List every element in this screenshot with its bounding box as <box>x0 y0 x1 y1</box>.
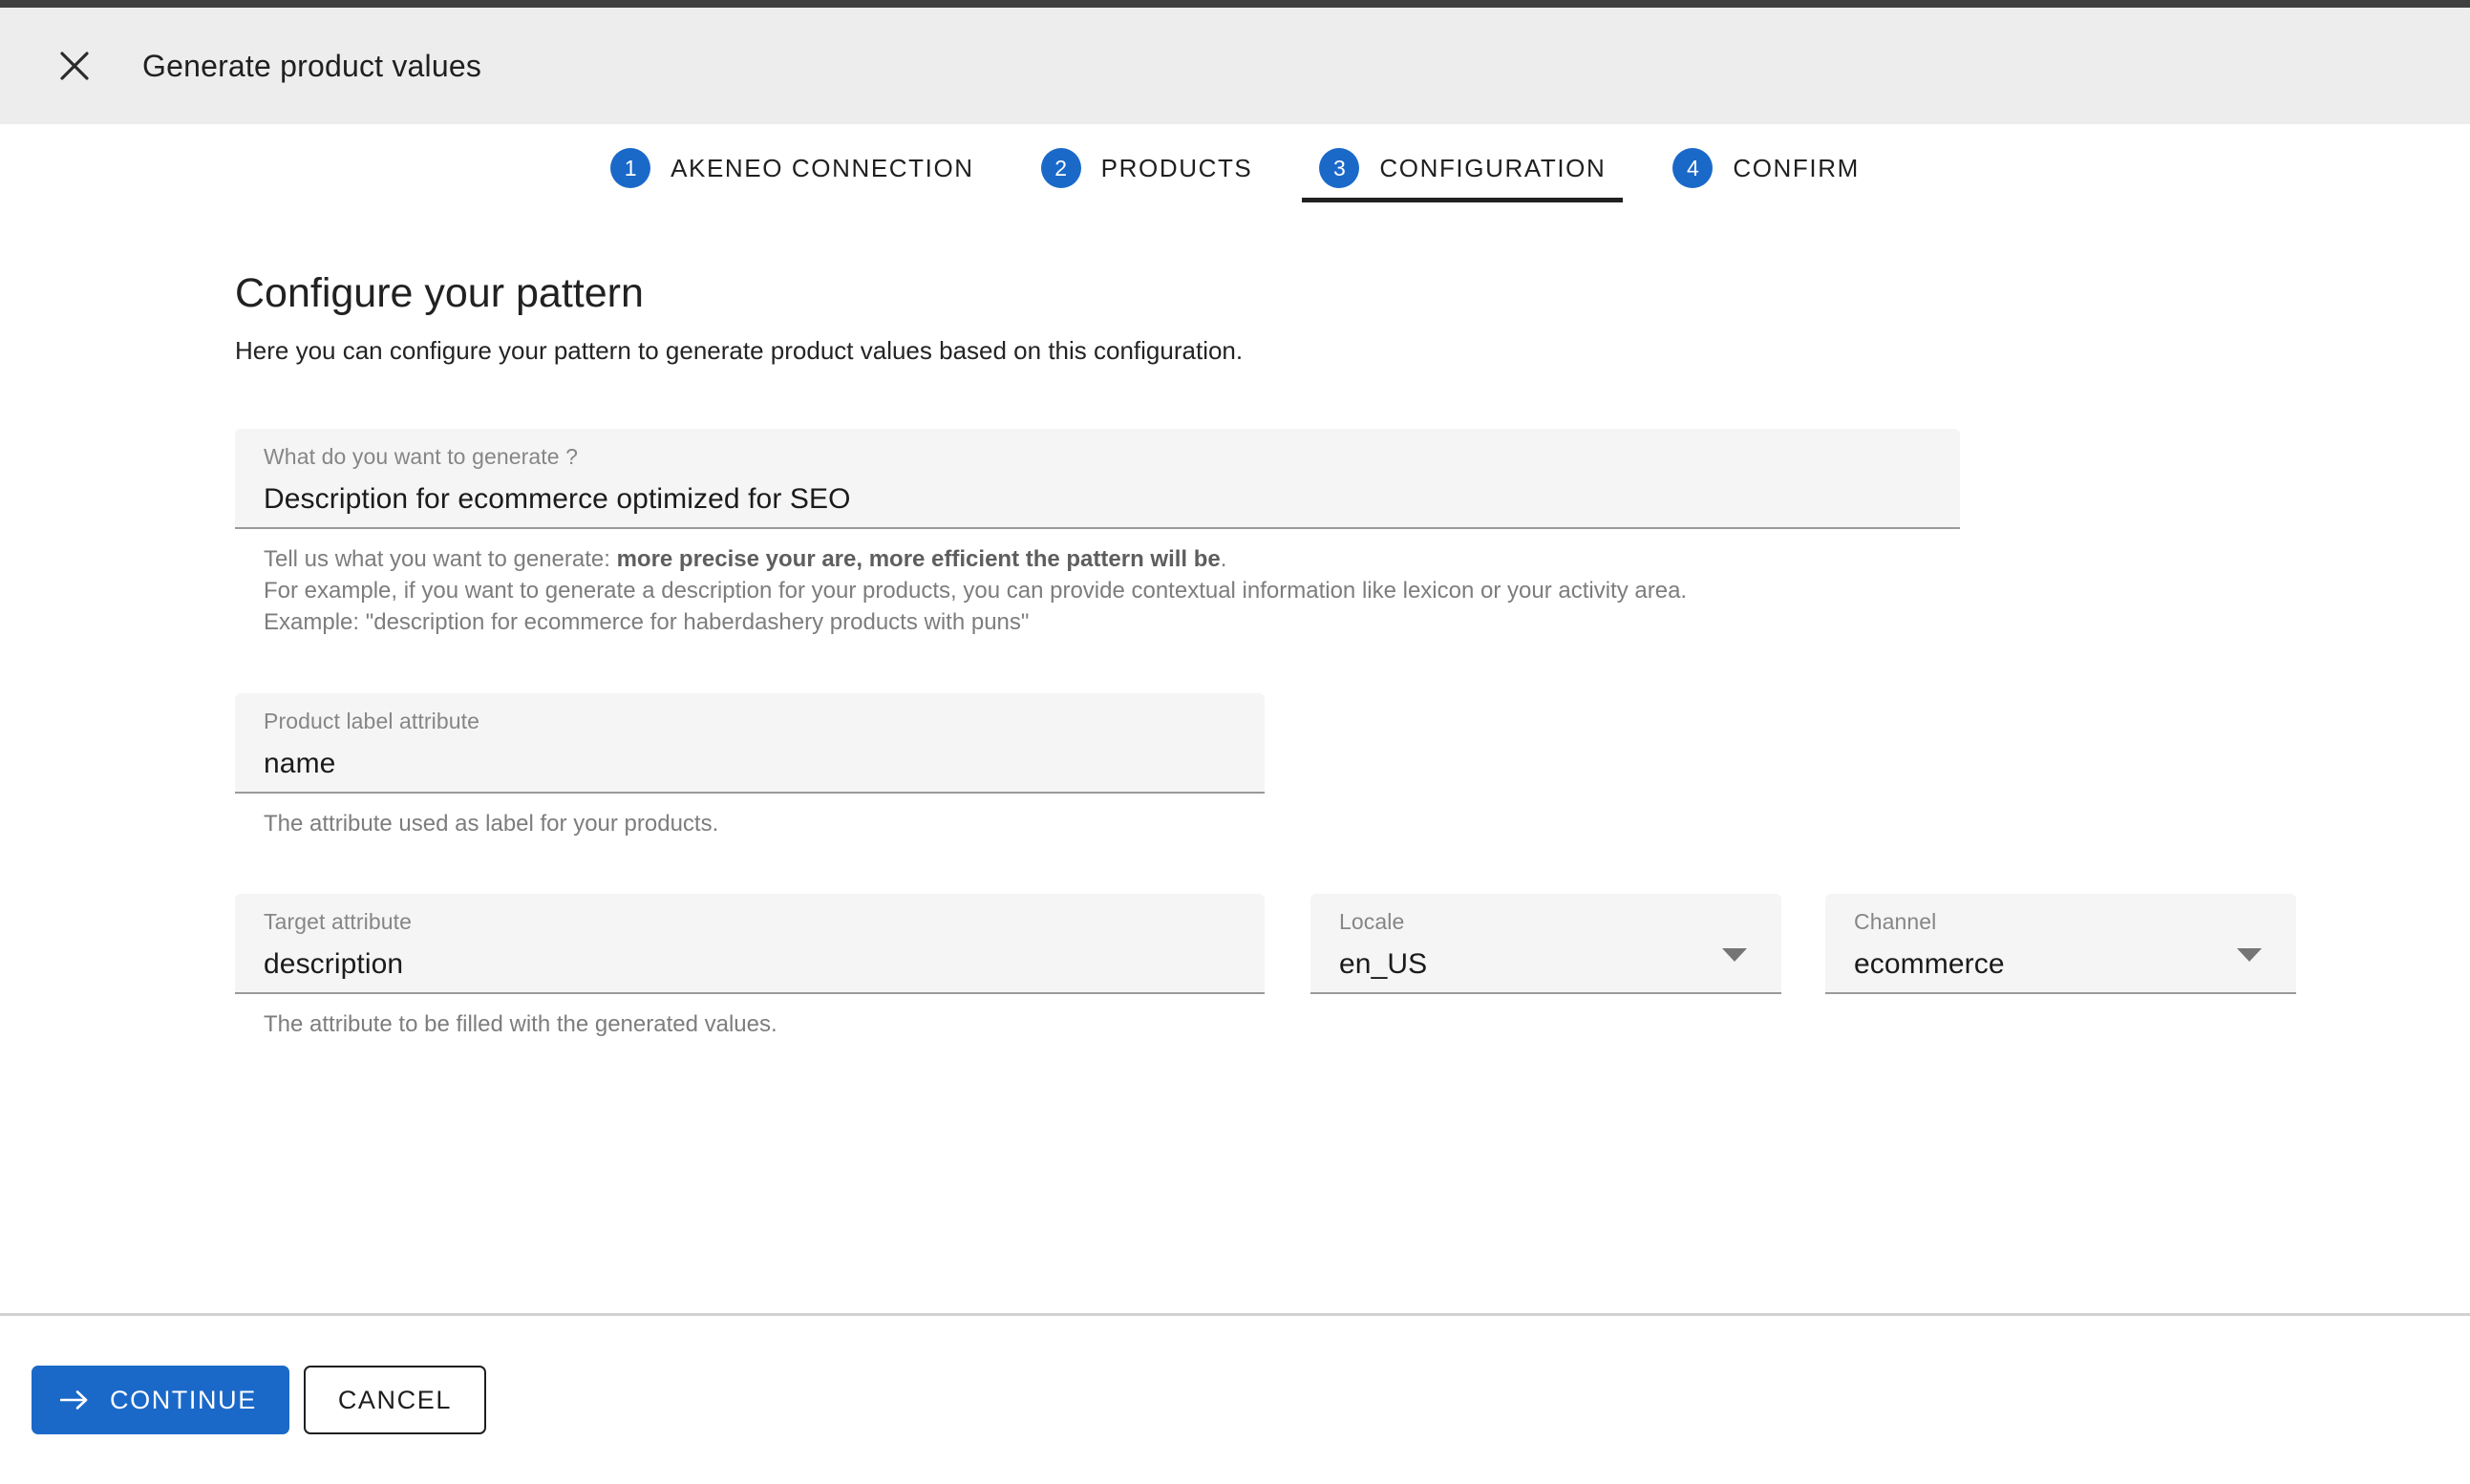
field-target-attribute-block: Target attribute description The attribu… <box>235 894 1265 1040</box>
arrow-right-icon-glyph <box>60 1390 88 1410</box>
configuration-form: Configure your pattern Here you can conf… <box>0 212 2470 1040</box>
generate-helper-text: Tell us what you want to generate: more … <box>235 543 1960 638</box>
generate-helper-line-3: Example: "description for ecommerce for … <box>264 608 1030 635</box>
step-label-products: PRODUCTS <box>1100 154 1253 182</box>
chevron-down-icon <box>1722 948 1747 963</box>
target-attribute-value: description <box>264 948 404 981</box>
step-label-confirm: CONFIRM <box>1733 154 1860 182</box>
generate-helper-line-2: For example, if you want to generate a d… <box>264 577 1688 604</box>
product-label-attribute-input[interactable]: Product label attribute name <box>235 692 1265 794</box>
arrow-right-icon <box>60 1389 89 1410</box>
target-attribute-input[interactable]: Target attribute description <box>235 894 1265 995</box>
attribute-scope-row: Target attribute description The attribu… <box>235 894 2470 1040</box>
wizard-stepper: 1 AKENEO CONNECTION 2 PRODUCTS 3 CONFIGU… <box>0 124 2470 212</box>
modal-header: Generate product values <box>0 8 2470 124</box>
generate-helper-line-1-bold: more precise your are, more efficient th… <box>616 545 1221 572</box>
channel-label: Channel <box>1854 909 1937 935</box>
close-icon-glyph <box>60 52 89 80</box>
channel-select[interactable]: Channel ecommerce <box>1825 894 2296 995</box>
generate-helper-line-1-suffix: . <box>1220 545 1227 572</box>
locale-value: en_US <box>1339 948 1428 981</box>
continue-button[interactable]: CONTINUE <box>32 1366 289 1434</box>
target-attribute-label: Target attribute <box>264 909 413 935</box>
modal-window: Generate product values 1 AKENEO CONNECT… <box>0 0 2470 1484</box>
step-badge-2: 2 <box>1040 148 1081 188</box>
target-attribute-helper: The attribute to be filled with the gene… <box>264 1011 777 1038</box>
product-label-attribute-label: Product label attribute <box>264 708 480 733</box>
cancel-button-label: CANCEL <box>337 1385 452 1414</box>
step-badge-3: 3 <box>1319 148 1360 188</box>
close-icon[interactable] <box>43 34 106 97</box>
continue-button-label: CONTINUE <box>110 1385 257 1414</box>
field-generate-block: What do you want to generate ? Descripti… <box>235 428 1960 638</box>
step-label-configuration: CONFIGURATION <box>1379 154 1607 182</box>
generate-helper-line-1: Tell us what you want to generate: more … <box>264 543 1960 575</box>
generate-input-label: What do you want to generate ? <box>264 443 579 469</box>
step-configuration[interactable]: 3 CONFIGURATION <box>1302 124 1624 212</box>
generate-input-value: Description for ecommerce optimized for … <box>264 482 851 515</box>
field-locale-block: Locale en_US <box>1310 894 1781 995</box>
section-subtitle: Here you can configure your pattern to g… <box>235 336 1244 366</box>
locale-label: Locale <box>1339 909 1405 935</box>
step-badge-1: 1 <box>610 148 651 188</box>
cancel-button[interactable]: CANCEL <box>303 1366 486 1434</box>
field-channel-block: Channel ecommerce <box>1825 894 2296 995</box>
modal-body: Configure your pattern Here you can conf… <box>0 212 2470 1313</box>
modal-footer: CONTINUE CANCEL <box>0 1313 2470 1484</box>
chevron-down-icon <box>2237 948 2262 963</box>
channel-value: ecommerce <box>1854 948 2005 981</box>
step-badge-4: 4 <box>1672 148 1714 188</box>
locale-select[interactable]: Locale en_US <box>1310 894 1781 995</box>
generate-helper-line-1-prefix: Tell us what you want to generate: <box>264 545 617 572</box>
page-title: Generate product values <box>142 49 482 83</box>
field-product-label-attribute-block: Product label attribute name The attribu… <box>235 692 1265 839</box>
step-confirm[interactable]: 4 CONFIRM <box>1655 124 1877 212</box>
step-akeneo-connection[interactable]: 1 AKENEO CONNECTION <box>593 124 991 212</box>
generate-input[interactable]: What do you want to generate ? Descripti… <box>235 428 1960 529</box>
window-chrome-strip <box>0 0 2470 8</box>
section-title: Configure your pattern <box>235 270 644 316</box>
step-label-akeneo-connection: AKENEO CONNECTION <box>671 154 974 182</box>
step-products[interactable]: 2 PRODUCTS <box>1024 124 1270 212</box>
product-label-attribute-helper: The attribute used as label for your pro… <box>264 810 719 837</box>
product-label-attribute-value: name <box>264 747 336 779</box>
